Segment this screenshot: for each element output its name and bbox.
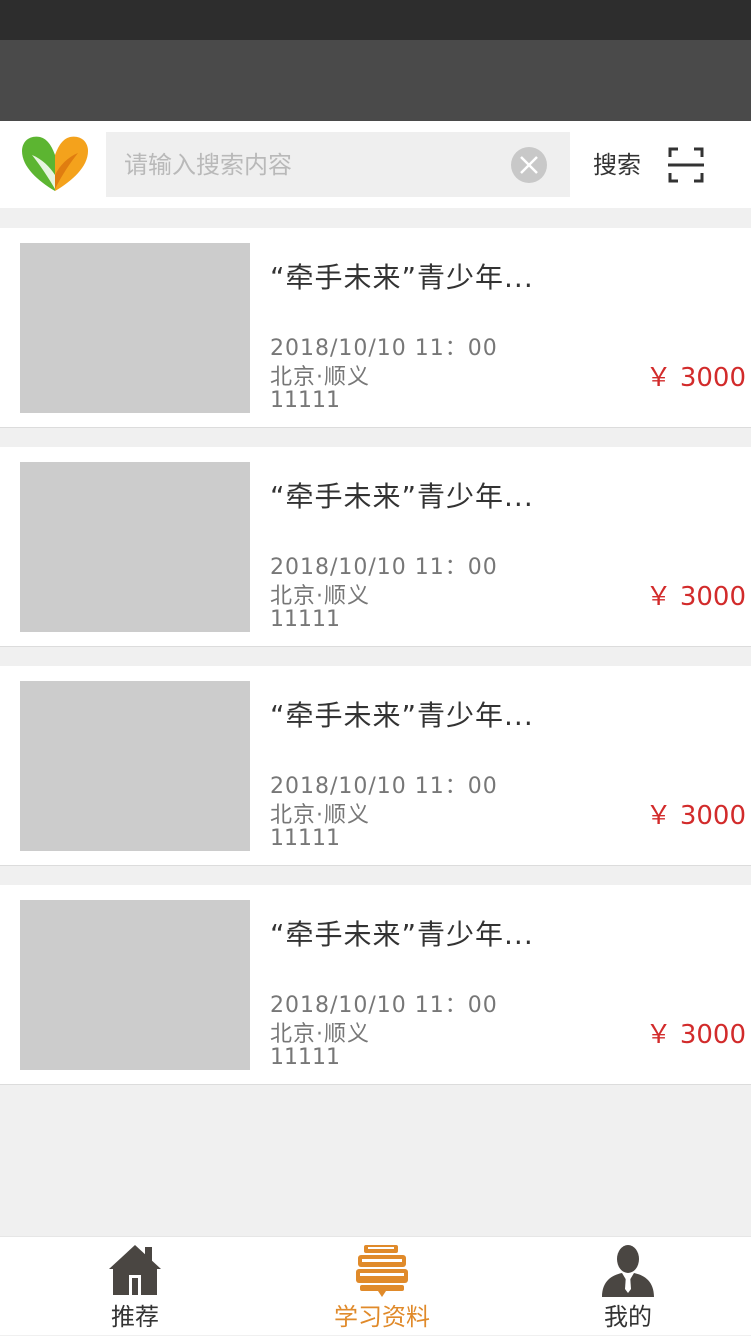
- list-item[interactable]: “牵手未来”青少年... 2018/10/10 11：00 北京·顺义 1111…: [0, 228, 751, 428]
- bottom-tab-bar: 推荐 学习资料 我的: [0, 1236, 751, 1335]
- tab-label: 推荐: [111, 1303, 159, 1331]
- home-icon: [109, 1245, 161, 1295]
- tab-profile[interactable]: 我的: [503, 1237, 751, 1336]
- item-thumbnail: [20, 462, 250, 632]
- item-code: 11111: [270, 607, 340, 632]
- list-item[interactable]: “牵手未来”青少年... 2018/10/10 11：00 北京·顺义 1111…: [0, 447, 751, 647]
- item-title: “牵手未来”青少年...: [270, 699, 534, 732]
- tab-label: 学习资料: [334, 1303, 430, 1331]
- tab-study-materials[interactable]: 学习资料: [257, 1237, 507, 1336]
- item-code: 11111: [270, 388, 340, 413]
- search-box: [106, 132, 570, 197]
- item-time: 2018/10/10 11：00: [270, 336, 498, 361]
- item-time: 2018/10/10 11：00: [270, 774, 498, 799]
- item-price: ￥ 3000: [645, 582, 746, 612]
- app-logo: [22, 136, 88, 191]
- item-time: 2018/10/10 11：00: [270, 993, 498, 1018]
- search-button[interactable]: 搜索: [593, 145, 641, 185]
- title-bar: [0, 40, 751, 121]
- list-item[interactable]: “牵手未来”青少年... 2018/10/10 11：00 北京·顺义 1111…: [0, 885, 751, 1085]
- item-thumbnail: [20, 681, 250, 851]
- tab-label: 我的: [604, 1303, 652, 1331]
- user-icon: [602, 1245, 654, 1297]
- list-item[interactable]: “牵手未来”青少年... 2018/10/10 11：00 北京·顺义 1111…: [0, 666, 751, 866]
- item-time: 2018/10/10 11：00: [270, 555, 498, 580]
- item-title: “牵手未来”青少年...: [270, 261, 534, 294]
- item-code: 11111: [270, 1045, 340, 1070]
- books-icon: [356, 1245, 408, 1297]
- scan-icon[interactable]: [668, 147, 704, 183]
- tab-recommend[interactable]: 推荐: [10, 1237, 260, 1336]
- item-title: “牵手未来”青少年...: [270, 480, 534, 513]
- search-bar: 搜索: [0, 121, 751, 208]
- item-location: 北京·顺义: [270, 1022, 370, 1047]
- item-thumbnail: [20, 900, 250, 1070]
- item-location: 北京·顺义: [270, 584, 370, 609]
- item-thumbnail: [20, 243, 250, 413]
- clear-icon[interactable]: [510, 146, 548, 184]
- event-list: “牵手未来”青少年... 2018/10/10 11：00 北京·顺义 1111…: [0, 228, 751, 1104]
- item-title: “牵手未来”青少年...: [270, 918, 534, 951]
- item-price: ￥ 3000: [645, 363, 746, 393]
- item-location: 北京·顺义: [270, 803, 370, 828]
- item-location: 北京·顺义: [270, 365, 370, 390]
- item-price: ￥ 3000: [645, 801, 746, 831]
- item-code: 11111: [270, 826, 340, 851]
- search-input[interactable]: [124, 132, 504, 197]
- item-price: ￥ 3000: [645, 1020, 746, 1050]
- status-bar: [0, 0, 751, 40]
